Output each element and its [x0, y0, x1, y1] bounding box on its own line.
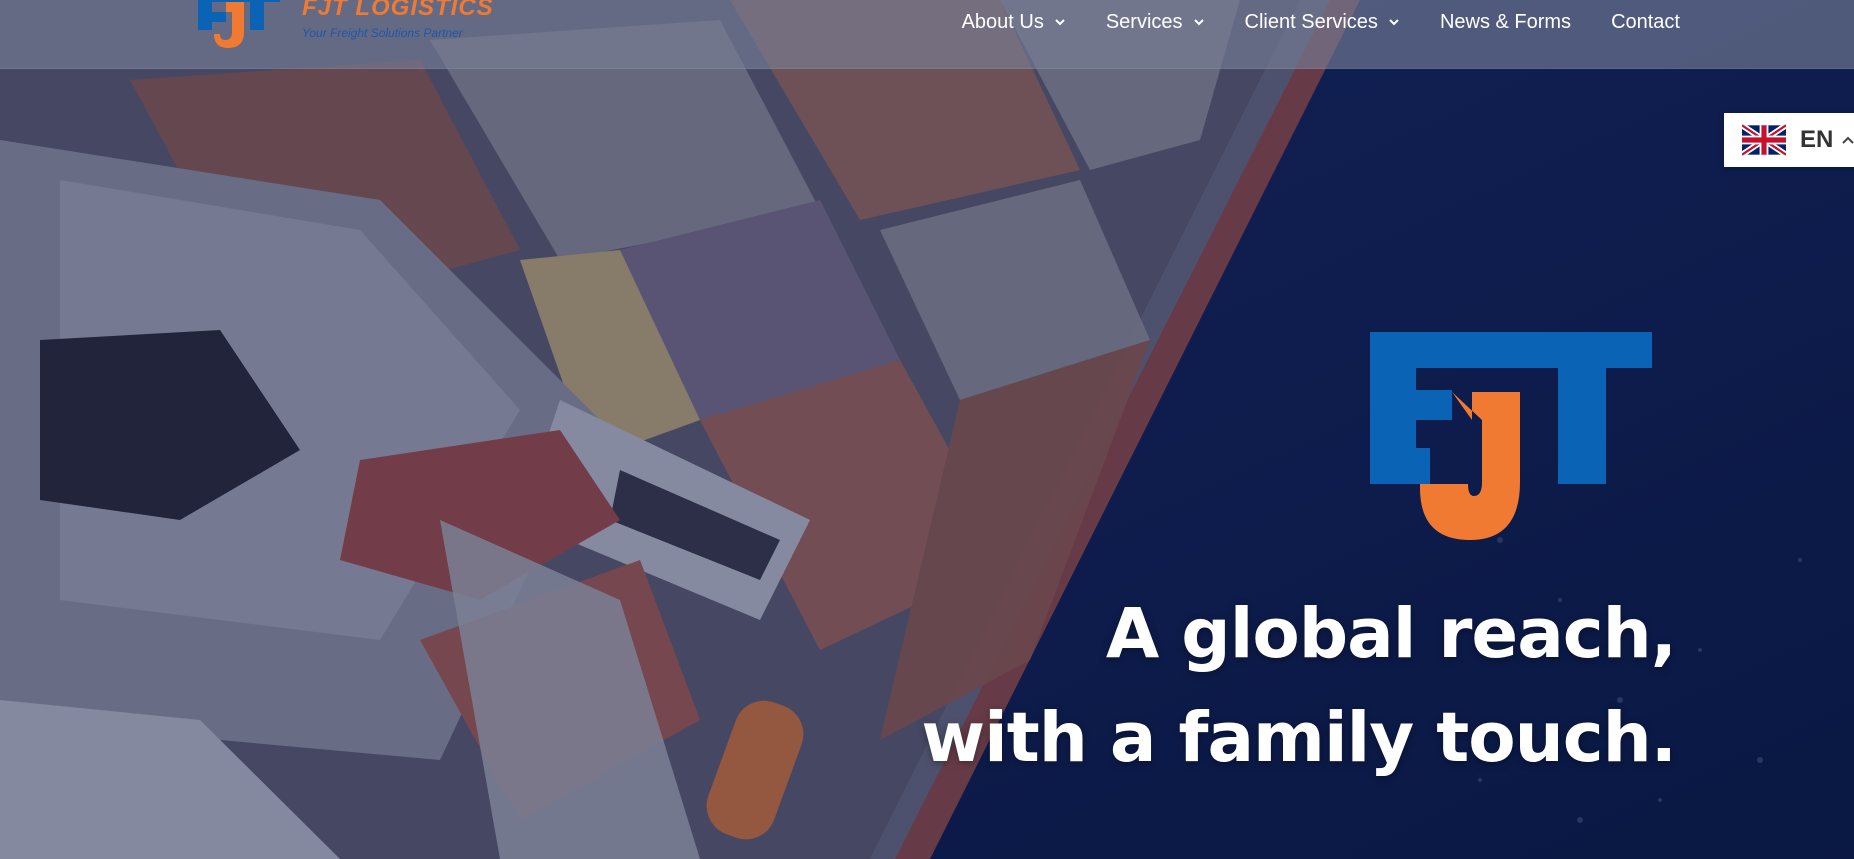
nav-services[interactable]: Services [1086, 0, 1225, 44]
main-nav: About Us Services Client Services News &… [942, 0, 1680, 44]
nav-about-us[interactable]: About Us [942, 0, 1086, 44]
chevron-up-icon [1842, 136, 1854, 144]
language-switcher[interactable]: EN [1724, 113, 1854, 167]
site-logo[interactable]: FJT LOGISTICS Your Freight Solutions Par… [198, 0, 493, 52]
site-header: FJT LOGISTICS Your Freight Solutions Par… [0, 0, 1854, 69]
nav-client-services[interactable]: Client Services [1225, 0, 1420, 44]
nav-news-forms-label: News & Forms [1439, 10, 1572, 33]
nav-contact-label: Contact [1611, 10, 1680, 33]
nav-contact[interactable]: Contact [1591, 0, 1680, 44]
hero-fjt-logo-icon [1370, 332, 1652, 540]
logo-tagline: Your Freight Solutions Partner [302, 26, 463, 40]
nav-news-forms[interactable]: News & Forms [1420, 0, 1591, 44]
nav-about-us-label: About Us [961, 10, 1044, 33]
nav-client-services-label: Client Services [1244, 10, 1378, 33]
hero-headline-line-2: with a family touch. [921, 698, 1677, 778]
chevron-down-icon [1055, 19, 1065, 26]
fjt-logo-icon [198, 0, 280, 48]
nav-services-label: Services [1105, 10, 1183, 33]
hero-headline: A global reach, with a family touch. [921, 582, 1677, 790]
chevron-down-icon [1389, 19, 1399, 26]
language-code: EN [1800, 126, 1834, 153]
chevron-down-icon [1193, 19, 1204, 26]
logo-wordmark: FJT LOGISTICS [302, 0, 494, 21]
uk-flag-icon [1742, 124, 1786, 156]
hero-headline-line-1: A global reach, [1105, 594, 1677, 674]
